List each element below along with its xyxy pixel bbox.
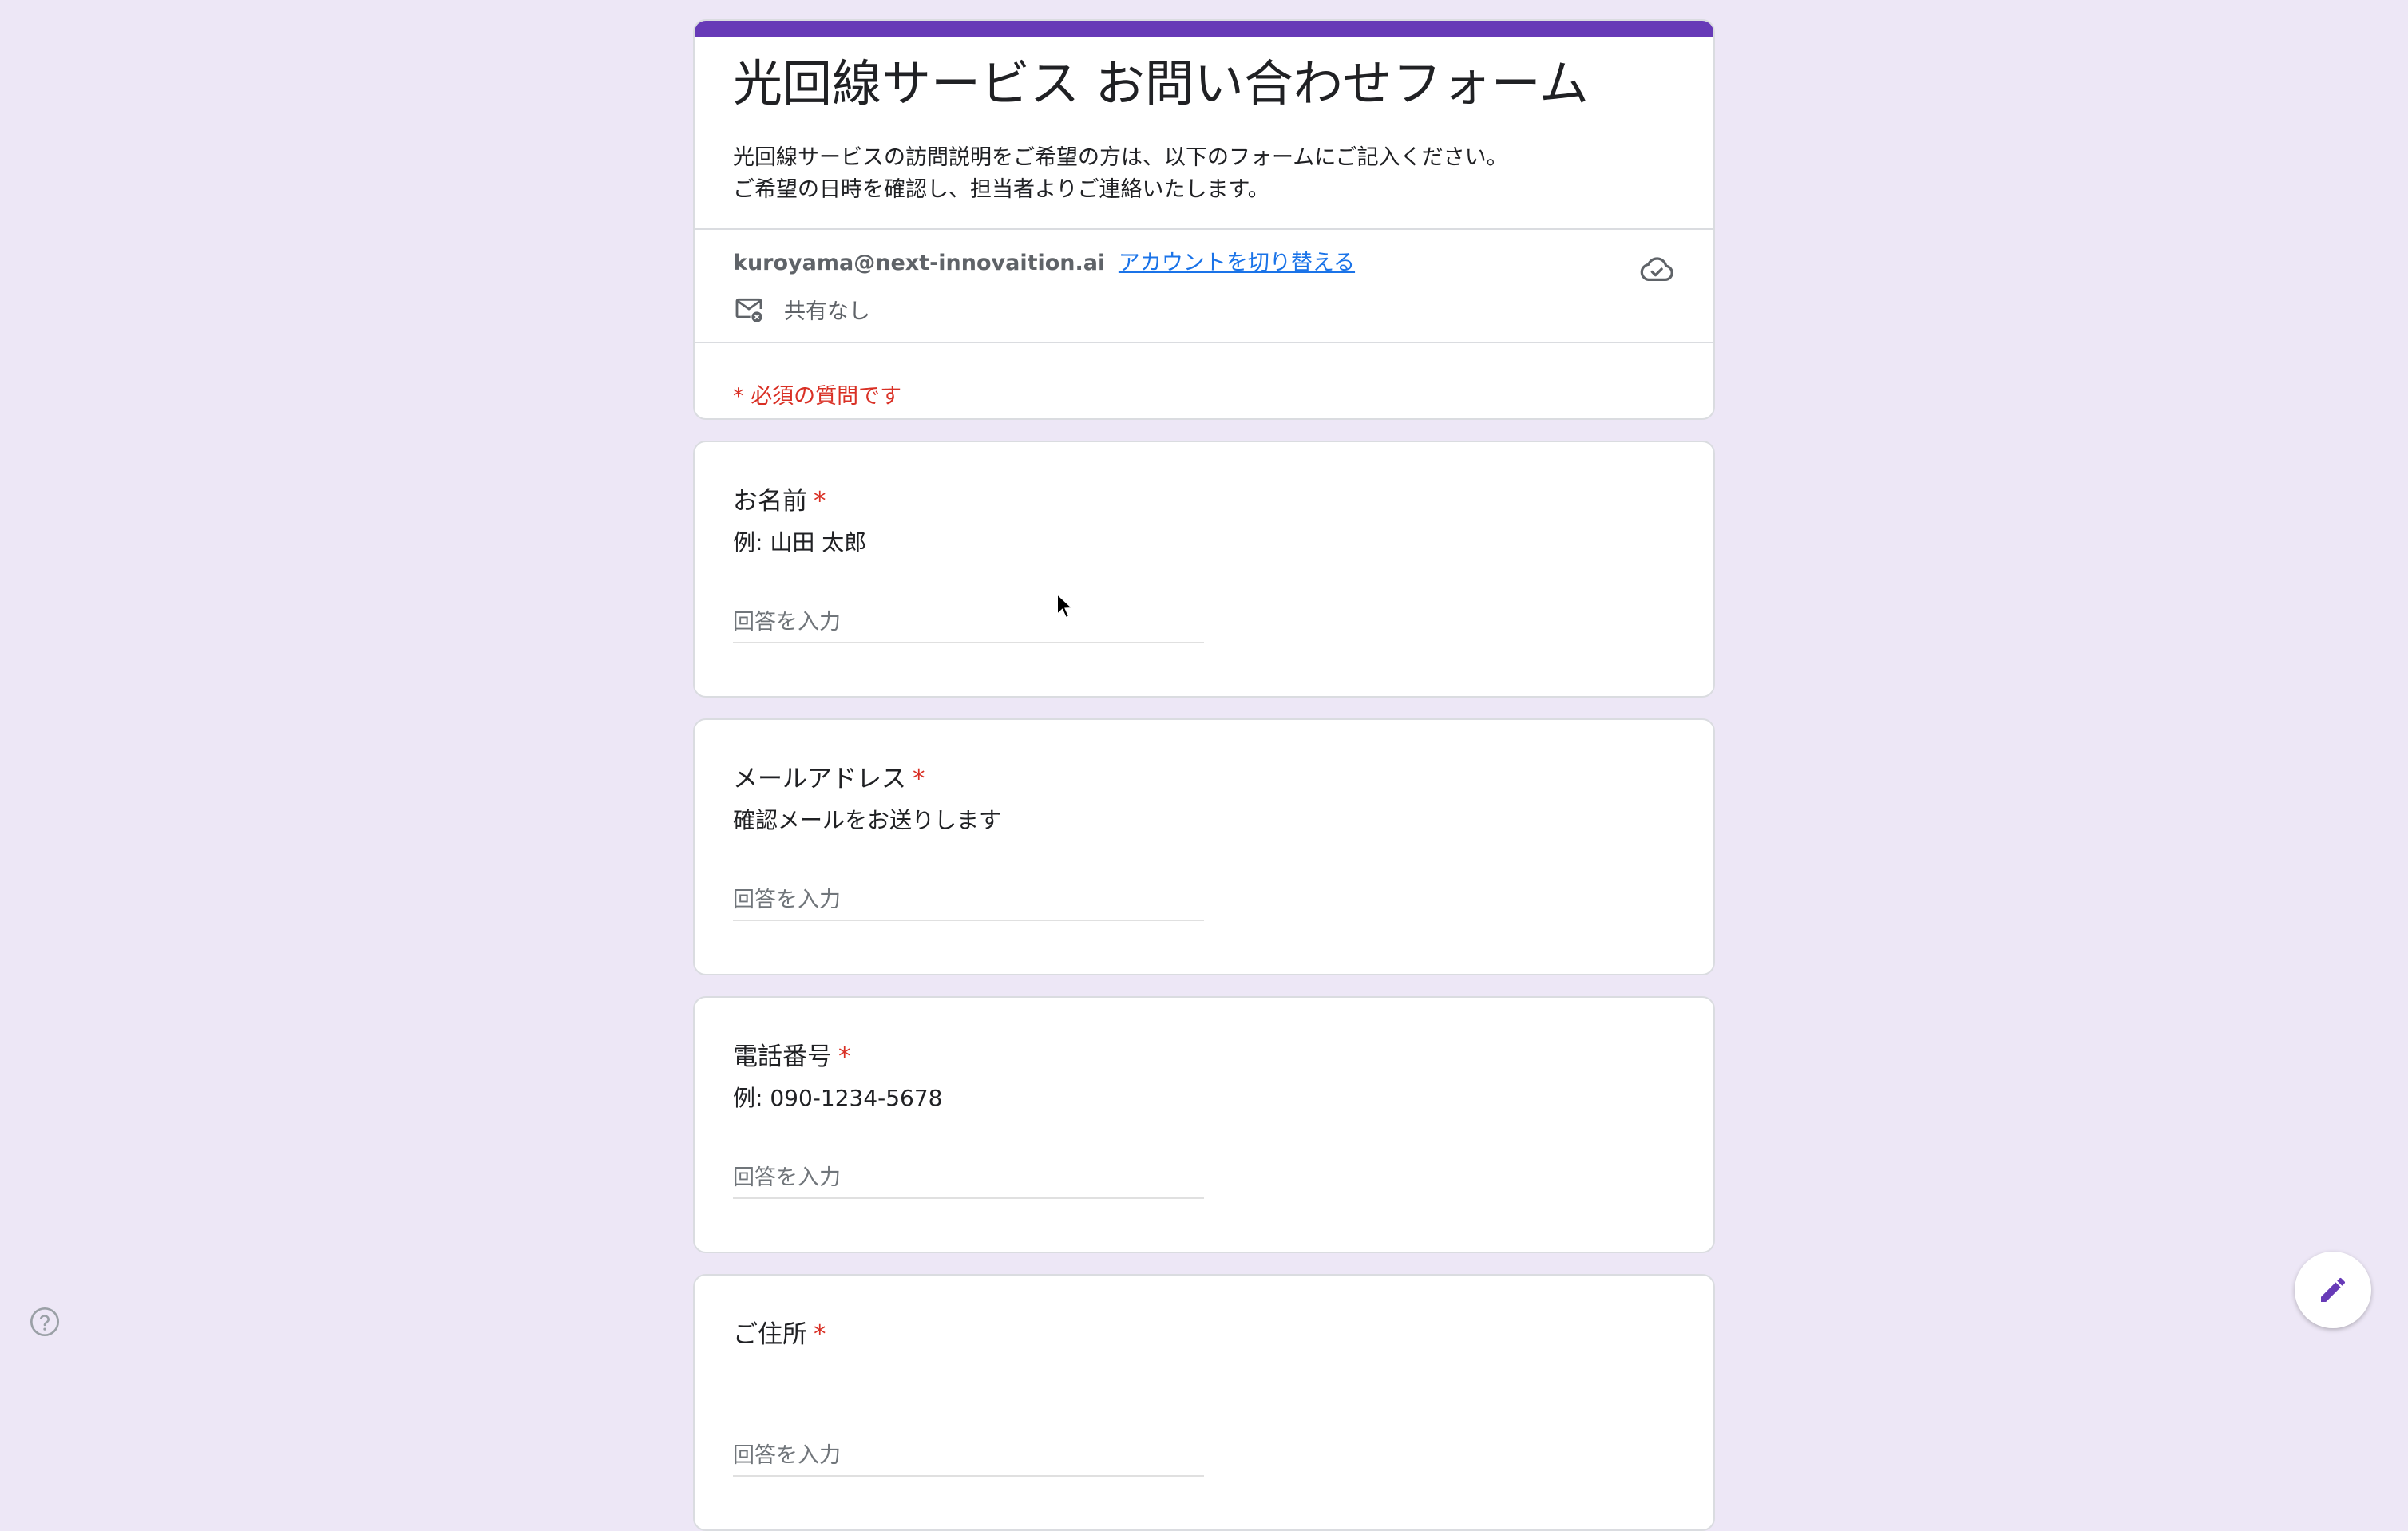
question-title-text: お名前: [733, 487, 807, 516]
help-circle-icon[interactable]: [29, 1306, 61, 1338]
form-title: 光回線サービス お問い合わせフォーム: [733, 54, 1589, 113]
required-asterisk: *: [814, 487, 826, 516]
form-description: 光回線サービスの訪問説明をご希望の方は、以下のフォームにご記入ください。 ご希望…: [733, 145, 1508, 202]
question-card-email: メールアドレス * 確認メールをお送りします: [693, 718, 1715, 975]
email-input[interactable]: [733, 880, 1204, 921]
switch-account-link[interactable]: アカウントを切り替える: [1119, 251, 1355, 275]
question-title: お名前 *: [733, 484, 826, 519]
question-title-text: 電話番号: [733, 1042, 832, 1071]
mouse-pointer-icon: [1056, 592, 1073, 619]
required-note: * 必須の質問です: [733, 384, 902, 409]
question-title: メールアドレス *: [733, 762, 925, 797]
header-divider: [695, 228, 1713, 230]
question-title: 電話番号 *: [733, 1039, 851, 1074]
question-card-name: お名前 * 例: 山田 太郎: [693, 441, 1715, 698]
header-accent-bar: [695, 21, 1713, 37]
form-column: 光回線サービス お問い合わせフォーム 光回線サービスの訪問説明をご希望の方は、以…: [693, 19, 1715, 1531]
question-title: ご住所 *: [733, 1317, 826, 1352]
question-card-phone: 電話番号 * 例: 090-1234-5678: [693, 996, 1715, 1253]
question-title-text: ご住所: [733, 1320, 807, 1349]
account-line: kuroyama@next-innovaition.ai アカウントを切り替える: [733, 247, 1355, 279]
question-card-address: ご住所 *: [693, 1274, 1715, 1531]
required-asterisk: *: [913, 765, 925, 793]
address-input[interactable]: [733, 1435, 1204, 1477]
name-input[interactable]: [733, 602, 1204, 643]
required-asterisk: *: [838, 1042, 851, 1071]
mail-off-icon: [735, 298, 762, 322]
question-help-text: 例: 山田 太郎: [733, 529, 867, 556]
pencil-icon: [2321, 1277, 2345, 1302]
question-help-text: 例: 090-1234-5678: [733, 1085, 943, 1111]
question-help-text: 確認メールをお送りします: [733, 807, 1002, 833]
phone-input[interactable]: [733, 1157, 1204, 1199]
question-title-text: メールアドレス: [733, 765, 906, 793]
cloud-check-icon: [1640, 257, 1673, 282]
account-divider: [695, 342, 1713, 343]
account-email: kuroyama@next-innovaition.ai: [733, 251, 1106, 275]
required-asterisk: *: [814, 1320, 826, 1349]
share-status-text: 共有なし: [784, 299, 870, 324]
edit-fab-button[interactable]: [2295, 1252, 2371, 1328]
form-header-card: 光回線サービス お問い合わせフォーム 光回線サービスの訪問説明をご希望の方は、以…: [693, 19, 1715, 420]
share-status-row: 共有なし: [733, 292, 870, 326]
